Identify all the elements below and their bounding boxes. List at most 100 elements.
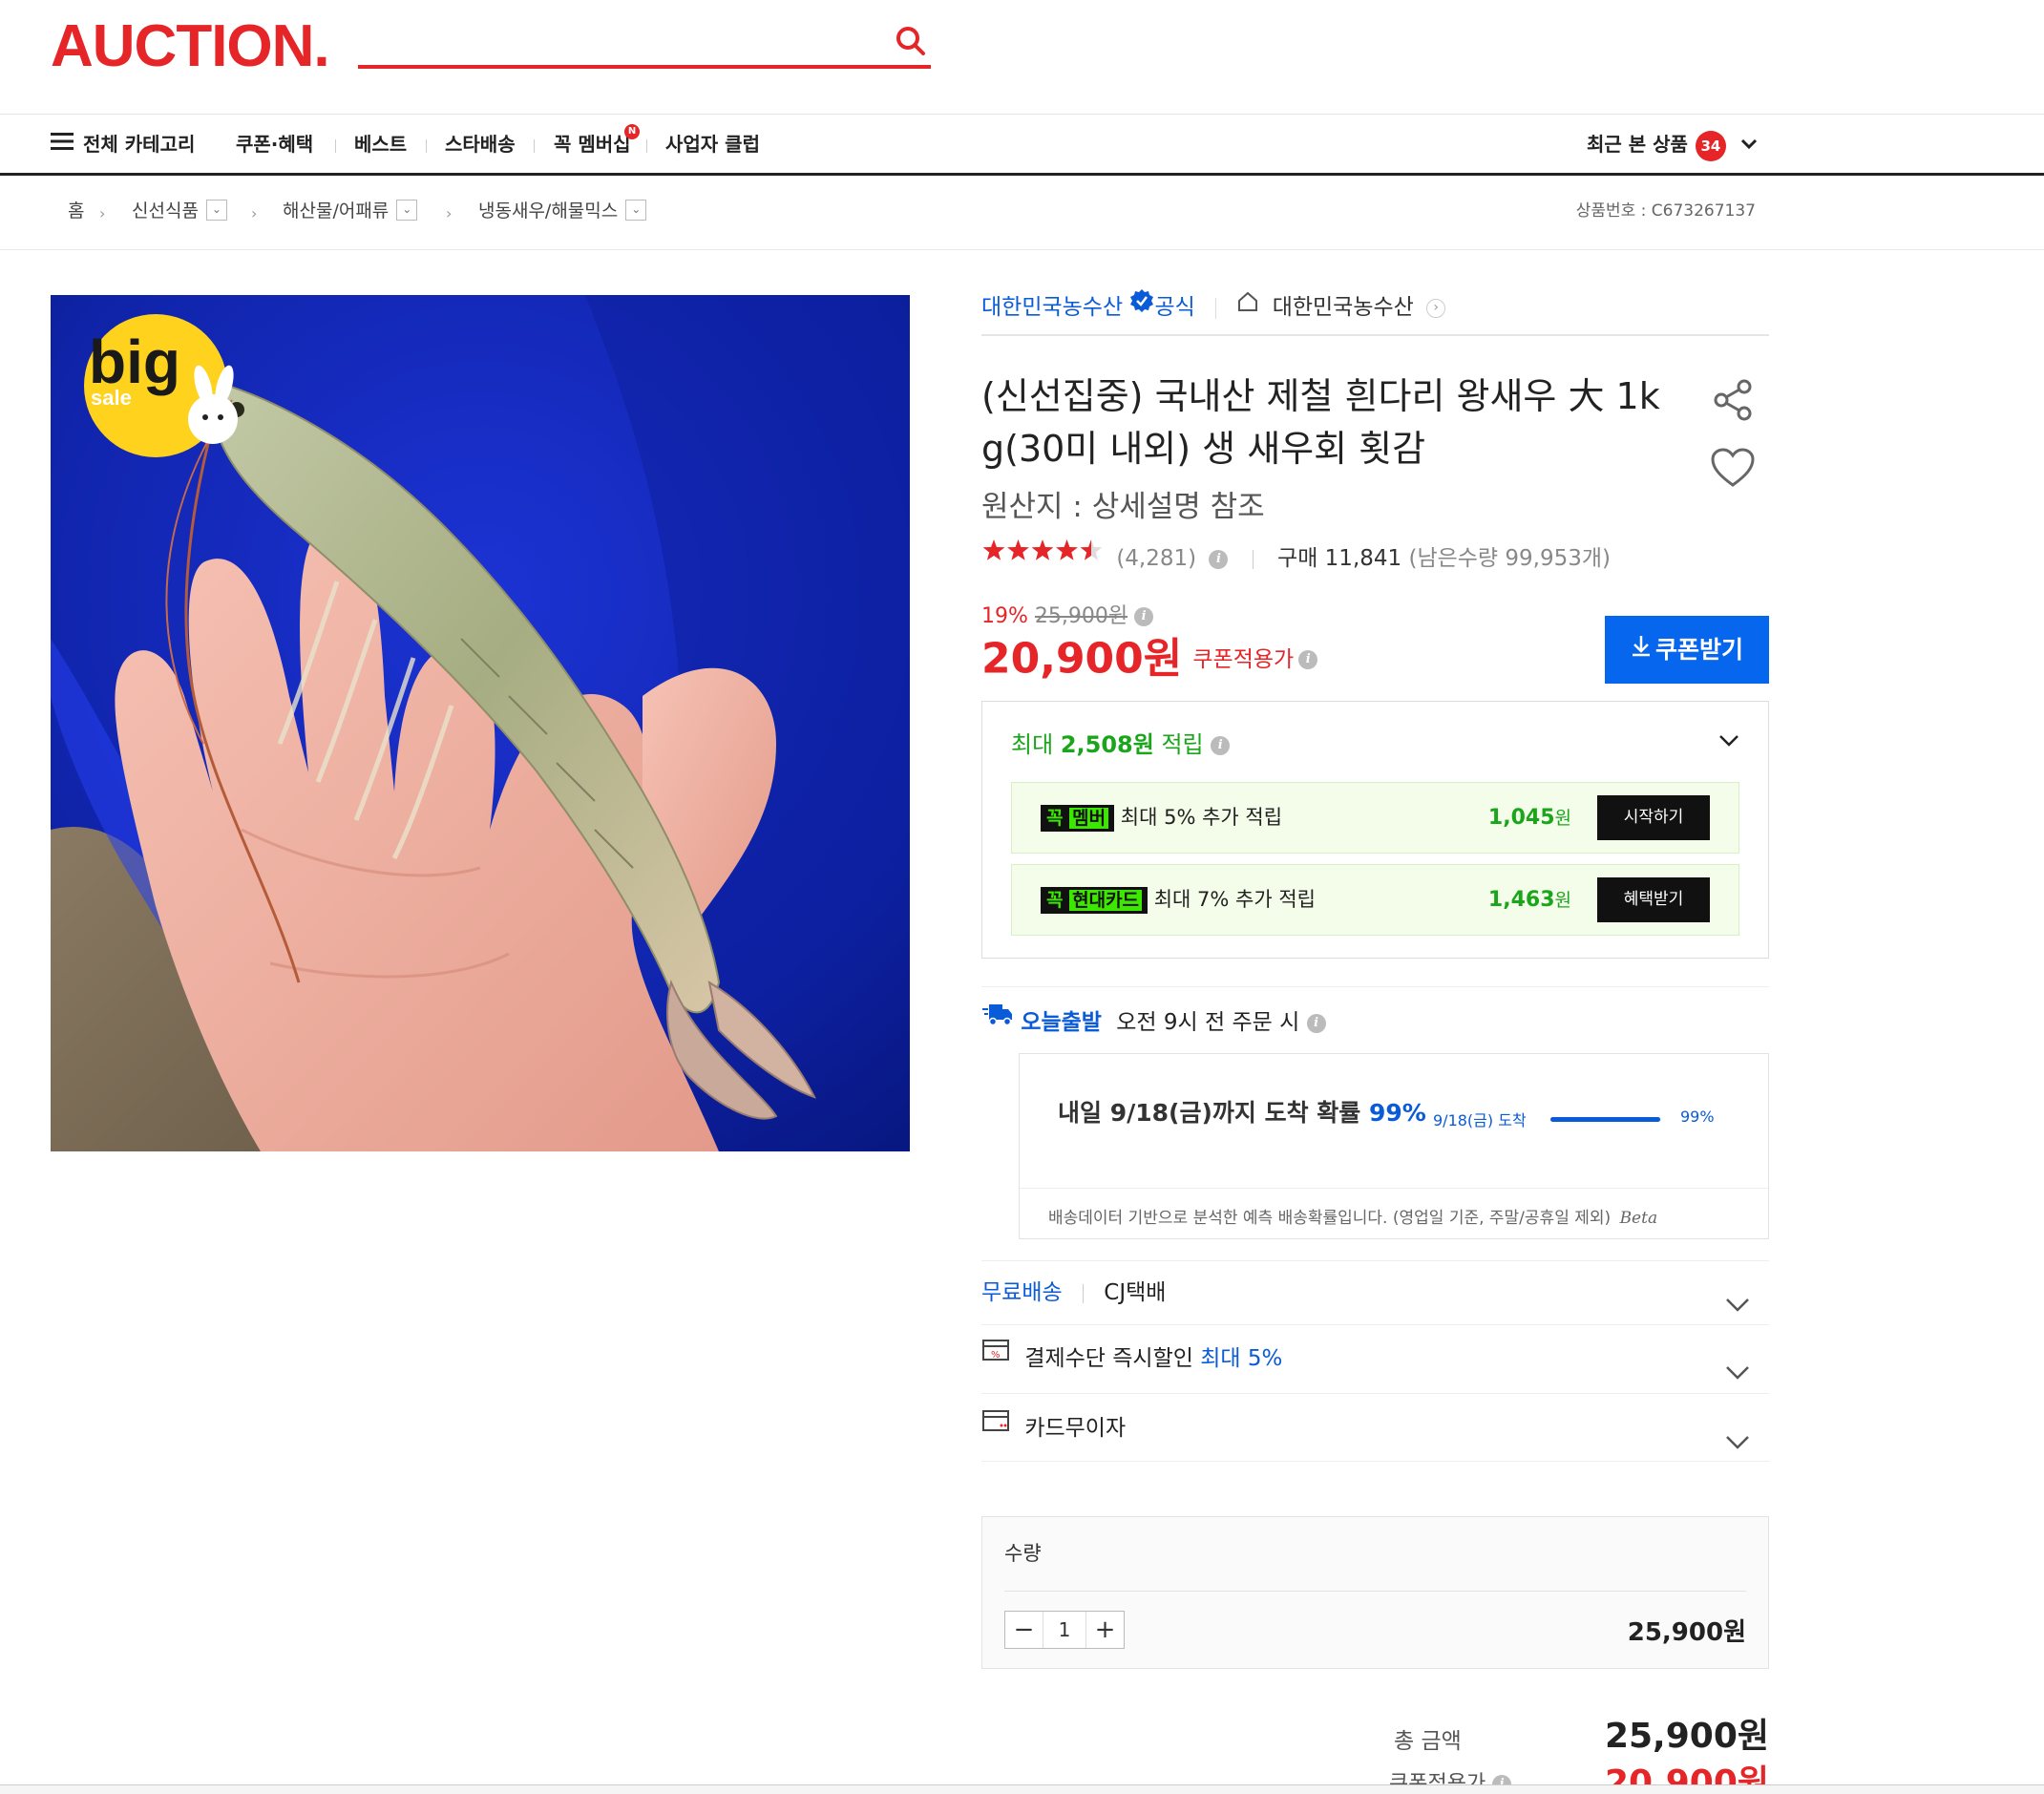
nav-coupons[interactable]: 쿠폰·혜택 xyxy=(236,115,313,174)
product-title-line: (신선집중) 국내산 제철 흰다리 왕새우 大 1k xyxy=(981,375,1660,417)
purchase-count: 구매 11,841 xyxy=(1277,546,1402,571)
chevron-right-icon[interactable]: › xyxy=(1426,298,1446,318)
payment-discount-highlight: 최대 5% xyxy=(1200,1346,1283,1371)
auction-logo[interactable]: AUCTION. xyxy=(51,17,330,76)
nav-membership[interactable]: 꼭 멤버십 N xyxy=(554,115,640,174)
chevron-down-icon xyxy=(1740,114,1758,173)
all-categories-label: 전체 카테고리 xyxy=(83,133,196,156)
info-icon[interactable]: i xyxy=(1211,736,1231,755)
breadcrumb-item[interactable]: 냉동새우/해물믹스 ⌄ xyxy=(478,176,647,246)
seller-row: 대한민국농수산 공식 대한민국농수산 › xyxy=(981,288,1769,327)
today-shipping-label: 오늘출발 xyxy=(1021,1010,1102,1035)
star-icon xyxy=(1056,538,1078,560)
nav-business-club[interactable]: 사업자 클럽 xyxy=(665,115,760,174)
get-card-benefit-button[interactable]: 혜택받기 xyxy=(1597,877,1710,922)
breadcrumb-label: 냉동새우/해물믹스 xyxy=(478,201,619,222)
reward-desc-text: 최대 5% 추가 적립 xyxy=(1120,806,1283,829)
breadcrumb: 홈 › 신선식품 ⌄ › 해산물/어패류 ⌄ › 냉동새우/해물믹스 ⌄ 상품번호 :… xyxy=(0,176,2044,250)
percent-card-icon: % xyxy=(981,1322,1010,1390)
delivery-prediction-box: 내일 9/18(금)까지 도착 확률 99% 9/18(금) 도착 99% 배송… xyxy=(1019,1053,1769,1239)
rating-separator xyxy=(1252,549,1254,569)
breadcrumb-home[interactable]: 홈 xyxy=(68,176,84,246)
quantity-minus-button[interactable]: − xyxy=(1005,1612,1043,1648)
totals-section: 총 금액 25,900원 쿠폰적용가 i 20,900원 xyxy=(981,1699,1769,1794)
shipping-separator xyxy=(1082,1283,1084,1303)
truck-icon xyxy=(981,1001,1014,1040)
nav-membership-label: 꼭 멤버십 xyxy=(554,133,631,156)
breadcrumb-label: 해산물/어패류 xyxy=(283,201,390,222)
total-label: 총 금액 xyxy=(1394,1729,1462,1754)
installment-accordion[interactable]: 카드무이자 xyxy=(981,1393,1769,1462)
reward-amount: 1,045원 xyxy=(1488,783,1571,853)
dropdown-icon[interactable]: ⌄ xyxy=(205,199,227,221)
breadcrumb-item[interactable]: 해산물/어패류 ⌄ xyxy=(283,176,418,246)
reward-amount-unit: 원 xyxy=(1554,808,1571,829)
coupon-price-label: 쿠폰적용가 xyxy=(1192,646,1295,672)
nav-separator xyxy=(335,139,336,153)
reward-amount: 1,463원 xyxy=(1488,865,1571,935)
reward-max-suffix: 적립 xyxy=(1161,731,1204,758)
breadcrumb-chevron-icon: › xyxy=(251,204,258,222)
quantity-value[interactable]: 1 xyxy=(1043,1612,1085,1648)
product-title: (신선집중) 국내산 제철 흰다리 왕새우 大 1k g(30미 내외) 생 새… xyxy=(981,370,1707,475)
delivery-note-text: 배송데이터 기반으로 분석한 예측 배송확률입니다. (영업일 기준, 주말/공… xyxy=(1048,1209,1612,1228)
reward-box: 최대 2,508원 적립 i 꼭 멤버 최대 5% 추가 적립 1,045원 시… xyxy=(981,701,1769,959)
star-icon xyxy=(1080,538,1103,560)
payment-discount-label: 결제수단 즉시할인 xyxy=(1024,1346,1193,1371)
nav-best[interactable]: 베스트 xyxy=(354,115,407,174)
info-icon[interactable]: i xyxy=(1209,549,1229,569)
get-coupon-label: 쿠폰받기 xyxy=(1654,636,1743,664)
chevron-down-icon xyxy=(1725,1414,1750,1483)
all-categories-button[interactable]: 전체 카테고리 xyxy=(51,115,195,174)
reward-max-prefix: 최대 xyxy=(1011,731,1054,758)
arrival-probability-bar xyxy=(1550,1117,1661,1122)
product-image[interactable]: big sale xyxy=(51,295,910,1151)
get-coupon-button[interactable]: 쿠폰받기 xyxy=(1605,616,1769,684)
quantity-label: 수량 xyxy=(1004,1542,1042,1565)
arrival-probability-bar-fill xyxy=(1550,1117,1660,1122)
free-shipping-label: 무료배송 xyxy=(981,1280,1063,1305)
tag-prefix: 꼭 xyxy=(1046,808,1064,829)
store-name-link[interactable]: 대한민국농수산 xyxy=(1273,295,1414,320)
review-count[interactable]: (4,281) xyxy=(1116,546,1196,571)
bottom-bar xyxy=(0,1784,2044,1794)
beta-label: Beta xyxy=(1619,1209,1658,1228)
total-price: 25,900원 xyxy=(1604,1717,1769,1756)
info-icon[interactable]: i xyxy=(1306,1013,1326,1033)
recent-count-badge: 34 xyxy=(1695,130,1726,161)
seller-separator xyxy=(1215,297,1217,319)
star-rating[interactable] xyxy=(981,538,1104,576)
quantity-plus-button[interactable]: + xyxy=(1085,1612,1124,1648)
delivery-note: 배송데이터 기반으로 분석한 예측 배송확률입니다. (영업일 기준, 주말/공… xyxy=(1048,1204,1657,1228)
seller-divider xyxy=(981,334,1769,336)
dropdown-icon[interactable]: ⌄ xyxy=(396,199,418,221)
recent-products-button[interactable]: 최근 본 상품 34 xyxy=(1587,115,1758,174)
start-member-button[interactable]: 시작하기 xyxy=(1597,795,1710,840)
coupon-price: 20,900원 xyxy=(981,634,1183,684)
nav-separator xyxy=(646,139,647,153)
breadcrumb-label: 신선식품 xyxy=(132,201,199,222)
main-nav: 전체 카테고리 쿠폰·혜택 베스트 스타배송 꼭 멤버십 N 사업자 클럽 최근… xyxy=(0,115,2044,176)
reward-row-desc: 꼭 현대카드 최대 7% 추가 적립 xyxy=(1041,865,1316,935)
seller-brand-link[interactable]: 대한민국농수산 xyxy=(981,295,1123,320)
reward-desc-text: 최대 7% 추가 적립 xyxy=(1153,888,1316,911)
reward-amount-unit: 원 xyxy=(1554,890,1571,911)
star-icon xyxy=(1031,538,1054,560)
quantity-stepper: − 1 + xyxy=(1004,1611,1125,1649)
info-icon[interactable]: i xyxy=(1298,649,1318,669)
star-icon xyxy=(1007,538,1029,560)
info-icon[interactable]: i xyxy=(1134,607,1154,626)
share-icon[interactable] xyxy=(1710,377,1756,427)
search-icon[interactable] xyxy=(891,21,931,61)
nav-star-delivery[interactable]: 스타배송 xyxy=(445,115,516,174)
reward-max-row[interactable]: 최대 2,508원 적립 i xyxy=(1011,726,1231,764)
payment-discount-accordion[interactable]: % 결제수단 즉시할인 최대 5% xyxy=(981,1324,1769,1392)
verified-check-icon xyxy=(1129,287,1154,326)
chevron-down-icon[interactable] xyxy=(1718,733,1739,751)
shipping-accordion[interactable]: 무료배송 CJ택배 xyxy=(981,1260,1769,1323)
search-input[interactable] xyxy=(358,21,874,63)
dropdown-icon[interactable]: ⌄ xyxy=(625,199,647,221)
reward-row-card: 꼭 현대카드 최대 7% 추가 적립 1,463원 혜택받기 xyxy=(1011,864,1739,936)
breadcrumb-item[interactable]: 신선식품 ⌄ xyxy=(132,176,227,246)
breadcrumb-chevron-icon: › xyxy=(446,204,453,222)
